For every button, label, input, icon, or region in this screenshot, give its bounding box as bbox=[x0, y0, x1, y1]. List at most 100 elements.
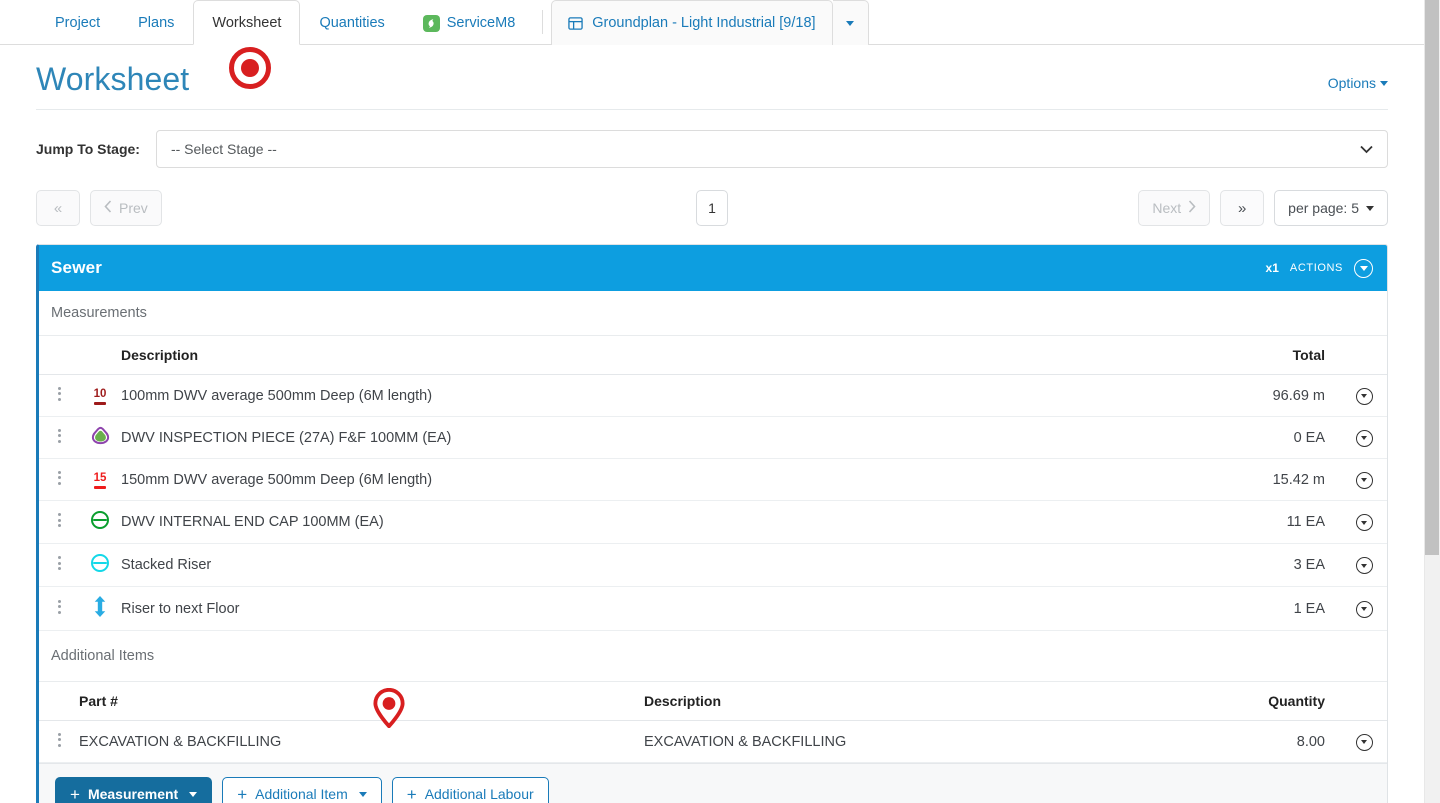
measurement-total: 96.69 m bbox=[1191, 374, 1341, 417]
measurement-total: 1 EA bbox=[1191, 586, 1341, 631]
drag-handle-icon[interactable] bbox=[39, 720, 79, 763]
th-actions bbox=[1341, 336, 1387, 375]
page-title: Worksheet bbox=[36, 61, 190, 97]
row-actions-button[interactable] bbox=[1341, 458, 1387, 501]
layout-icon bbox=[568, 16, 583, 31]
end-cap-icon bbox=[79, 543, 121, 587]
riser-arrow-icon bbox=[79, 586, 121, 631]
per-page-label: per page: 5 bbox=[1288, 200, 1359, 216]
servicem8-icon bbox=[422, 14, 440, 32]
table-row[interactable]: EXCAVATION & BACKFILLING EXCAVATION & BA… bbox=[39, 720, 1387, 763]
tab-project[interactable]: Project bbox=[36, 0, 119, 45]
row-actions-button[interactable] bbox=[1341, 374, 1387, 417]
measurement-description: Stacked Riser bbox=[121, 543, 1191, 587]
tab-label: Worksheet bbox=[212, 14, 282, 31]
table-row[interactable]: 10 100mm DWV average 500mm Deep (6M leng… bbox=[39, 374, 1387, 417]
add-additional-item-button[interactable]: + Additional Item bbox=[222, 777, 382, 803]
inspection-piece-icon bbox=[79, 416, 121, 459]
table-row[interactable]: 15 150mm DWV average 500mm Deep (6M leng… bbox=[39, 458, 1387, 501]
pagination-page-1[interactable]: 1 bbox=[696, 190, 728, 226]
tab-plans[interactable]: Plans bbox=[119, 0, 193, 45]
row-actions-button[interactable] bbox=[1341, 586, 1387, 631]
number-15-icon: 15 bbox=[79, 458, 121, 501]
circle-caret-down-icon[interactable] bbox=[1355, 387, 1373, 405]
caret-down-icon bbox=[1366, 205, 1374, 211]
plus-icon: + bbox=[237, 784, 248, 803]
add-additional-labour-button[interactable]: + Additional Labour bbox=[391, 777, 549, 803]
th-total: Total bbox=[1191, 336, 1341, 375]
worksheet-card-sewer: Sewer x1 ACTIONS Measurements Descriptio… bbox=[36, 244, 1388, 803]
pagination-last-button[interactable]: » bbox=[1220, 190, 1265, 226]
options-menu-button[interactable]: Options bbox=[1328, 75, 1388, 95]
table-row[interactable]: Riser to next Floor 1 EA bbox=[39, 586, 1387, 631]
drag-handle-icon[interactable] bbox=[39, 416, 79, 459]
circle-caret-down-icon[interactable] bbox=[1355, 733, 1373, 751]
circle-caret-down-icon[interactable] bbox=[1354, 258, 1373, 278]
pagination-prev-label: Prev bbox=[119, 200, 148, 216]
caret-down-icon bbox=[1359, 265, 1368, 271]
circle-caret-down-icon[interactable] bbox=[1355, 429, 1373, 447]
worksheet-page: Project Plans Worksheet Quantities Servi… bbox=[0, 0, 1440, 803]
caret-down-icon bbox=[358, 791, 367, 797]
row-actions-button[interactable] bbox=[1341, 720, 1387, 763]
circle-caret-down-icon[interactable] bbox=[1355, 557, 1373, 575]
top-tab-bar: Project Plans Worksheet Quantities Servi… bbox=[0, 0, 1424, 45]
row-actions-button[interactable] bbox=[1341, 543, 1387, 587]
th-grip bbox=[39, 682, 79, 721]
drag-handle-icon[interactable] bbox=[39, 500, 79, 544]
plus-icon: + bbox=[70, 784, 80, 803]
th-icon bbox=[79, 336, 121, 375]
th-actions bbox=[1341, 682, 1387, 721]
button-label: Additional Item bbox=[255, 786, 348, 802]
icon-number-label: 10 bbox=[93, 387, 107, 400]
drag-handle-icon[interactable] bbox=[39, 458, 79, 501]
table-row[interactable]: Stacked Riser 3 EA bbox=[39, 543, 1387, 587]
pagination-right-group: Next » per page: 5 bbox=[1138, 190, 1388, 226]
stage-select-value: -- Select Stage -- bbox=[170, 141, 277, 157]
per-page-dropdown[interactable]: per page: 5 bbox=[1274, 190, 1388, 226]
stage-select[interactable]: -- Select Stage -- bbox=[155, 130, 1388, 168]
pagination-next-button[interactable]: Next bbox=[1138, 190, 1211, 226]
chevron-down-icon bbox=[1360, 141, 1373, 157]
row-actions-button[interactable] bbox=[1341, 500, 1387, 544]
circle-caret-down-icon[interactable] bbox=[1355, 514, 1373, 532]
card-actions-label[interactable]: ACTIONS bbox=[1290, 262, 1343, 274]
document-tab-dropdown[interactable] bbox=[832, 0, 869, 45]
pagination-prev-button[interactable]: Prev bbox=[90, 190, 162, 226]
drag-handle-icon[interactable] bbox=[39, 374, 79, 417]
double-chevron-right-icon: » bbox=[1237, 199, 1247, 217]
measurement-description: 150mm DWV average 500mm Deep (6M length) bbox=[121, 458, 1191, 501]
pagination-first-button[interactable]: « bbox=[36, 190, 80, 226]
measurement-description: DWV INTERNAL END CAP 100MM (EA) bbox=[121, 500, 1191, 544]
document-tab-label: Groundplan - Light Industrial [9/18] bbox=[592, 15, 816, 31]
jump-to-stage-row: Jump To Stage: -- Select Stage -- bbox=[36, 110, 1388, 168]
tab-servicem8[interactable]: ServiceM8 bbox=[404, 0, 535, 45]
card-footer-actions: + Measurement + Additional Item + Additi… bbox=[39, 763, 1387, 803]
table-row[interactable]: DWV INSPECTION PIECE (27A) F&F 100MM (EA… bbox=[39, 416, 1387, 459]
measurements-table: Description Total 10 100mm DWV average 5… bbox=[39, 336, 1387, 631]
number-10-icon: 10 bbox=[79, 374, 121, 417]
drag-handle-icon[interactable] bbox=[39, 543, 79, 587]
add-measurement-button[interactable]: + Measurement bbox=[55, 777, 213, 803]
circle-caret-down-icon[interactable] bbox=[1355, 471, 1373, 489]
row-actions-button[interactable] bbox=[1341, 416, 1387, 459]
th-description: Description bbox=[121, 336, 1191, 375]
click-target-worksheet-tab bbox=[229, 47, 271, 89]
tab-worksheet[interactable]: Worksheet bbox=[193, 0, 301, 45]
drag-handle-icon[interactable] bbox=[39, 586, 79, 631]
th-part: Part # bbox=[79, 682, 644, 721]
measurement-total: 0 EA bbox=[1191, 416, 1341, 459]
table-row[interactable]: DWV INTERNAL END CAP 100MM (EA) 11 EA bbox=[39, 500, 1387, 544]
measurements-header-row: Description Total bbox=[39, 336, 1387, 375]
page-scrollbar-track[interactable] bbox=[1424, 0, 1440, 803]
circle-caret-down-icon[interactable] bbox=[1355, 600, 1373, 618]
tab-document-groundplan[interactable]: Groundplan - Light Industrial [9/18] bbox=[551, 0, 833, 45]
measurement-description: Riser to next Floor bbox=[121, 586, 1191, 631]
additional-items-table: Part # Description Quantity EXCAVATION &… bbox=[39, 682, 1387, 763]
tab-label: ServiceM8 bbox=[446, 15, 516, 31]
caret-down-icon bbox=[189, 791, 198, 797]
tab-label: Quantities bbox=[319, 15, 385, 31]
tab-quantities[interactable]: Quantities bbox=[300, 0, 403, 45]
page-scrollbar-thumb[interactable] bbox=[1425, 0, 1439, 555]
th-quantity: Quantity bbox=[1191, 682, 1341, 721]
